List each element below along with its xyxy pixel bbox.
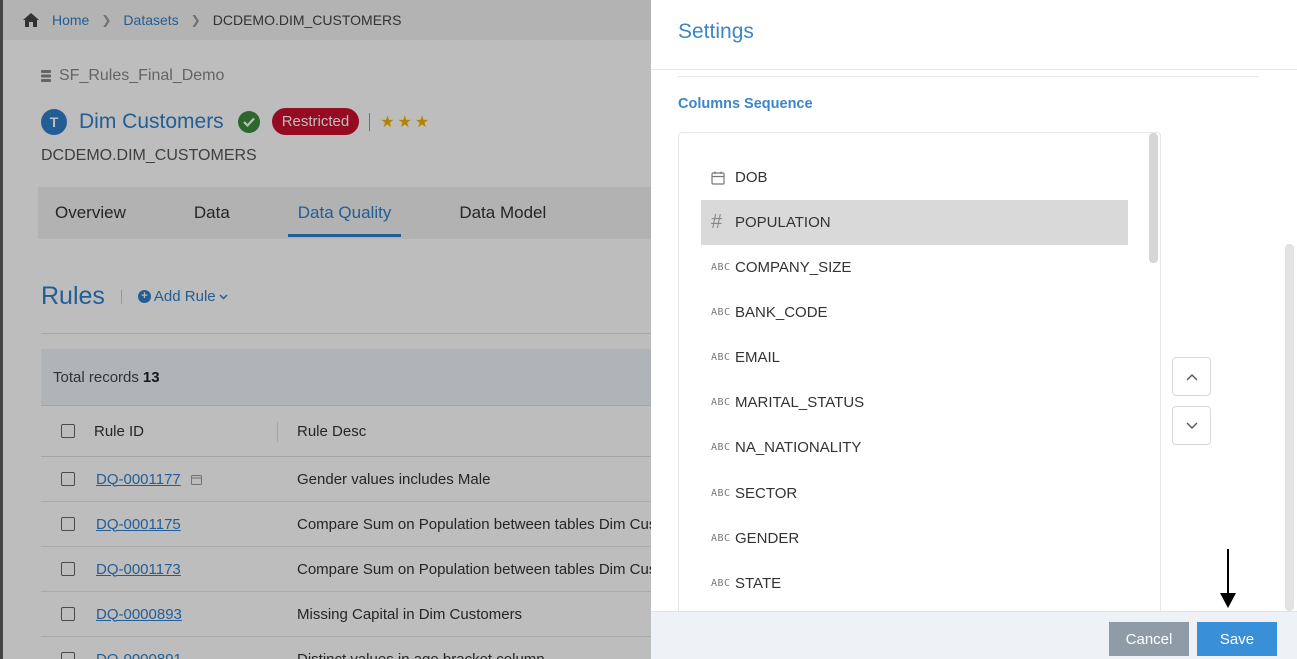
text-type-icon: ABC: [711, 397, 731, 408]
chevron-down-icon: [1186, 422, 1197, 429]
column-name: MARITAL_STATUS: [735, 394, 865, 411]
column-name: DOB: [735, 169, 768, 186]
text-type-icon: ABC: [711, 488, 731, 499]
divider: [678, 76, 1259, 77]
number-type-icon: #: [711, 211, 723, 233]
list-item[interactable]: ABC NA_NATIONALITY: [701, 425, 1128, 470]
chevron-up-icon: [1186, 373, 1197, 380]
list-item[interactable]: ABC GENDER: [701, 516, 1128, 561]
list-scrollbar[interactable]: [1149, 133, 1158, 263]
column-name: EMAIL: [735, 349, 781, 366]
list-item[interactable]: ABC COMPANY_SIZE: [701, 245, 1128, 290]
text-type-icon: ABC: [711, 533, 731, 544]
cancel-button[interactable]: Cancel: [1109, 622, 1189, 656]
text-type-icon: ABC: [711, 578, 731, 589]
column-name: POPULATION: [735, 214, 831, 231]
column-name: STATE: [735, 575, 782, 592]
settings-header: Settings: [651, 0, 1297, 70]
list-item[interactable]: ABC MARITAL_STATUS: [701, 380, 1128, 425]
panel-scrollbar[interactable]: [1285, 244, 1294, 611]
column-name: BANK_CODE: [735, 304, 828, 321]
list-item[interactable]: ABC SECTOR: [701, 471, 1128, 516]
settings-panel: Settings Columns Sequence DOB # POPULATI…: [651, 0, 1297, 659]
column-name: GENDER: [735, 530, 800, 547]
column-name: SECTOR: [735, 485, 798, 502]
list-item[interactable]: ABC STATE: [701, 561, 1128, 606]
text-type-icon: ABC: [711, 307, 731, 318]
column-name: COMPANY_SIZE: [735, 259, 852, 276]
list-item[interactable]: DOB: [701, 155, 1128, 200]
move-down-button[interactable]: [1172, 406, 1211, 445]
column-name: NA_NATIONALITY: [735, 439, 862, 456]
save-button[interactable]: Save: [1197, 622, 1277, 656]
text-type-icon: ABC: [711, 442, 731, 453]
text-type-icon: ABC: [711, 352, 731, 363]
columns-sequence-label: Columns Sequence: [678, 96, 813, 112]
text-type-icon: ABC: [711, 262, 731, 273]
list-item[interactable]: ABC EMAIL: [701, 335, 1128, 380]
window-edge: [0, 0, 3, 659]
modal-overlay[interactable]: [0, 0, 651, 659]
settings-title: Settings: [678, 20, 754, 43]
columns-sequence-list: DOB # POPULATION ABC COMPANY_SIZE ABC BA…: [678, 132, 1161, 612]
arrow-down-icon: [1220, 549, 1236, 608]
settings-footer: Cancel Save: [651, 611, 1297, 659]
calendar-icon: [701, 171, 735, 185]
move-up-button[interactable]: [1172, 357, 1211, 396]
list-item[interactable]: # POPULATION: [701, 200, 1128, 245]
list-item[interactable]: ABC BANK_CODE: [701, 290, 1128, 335]
